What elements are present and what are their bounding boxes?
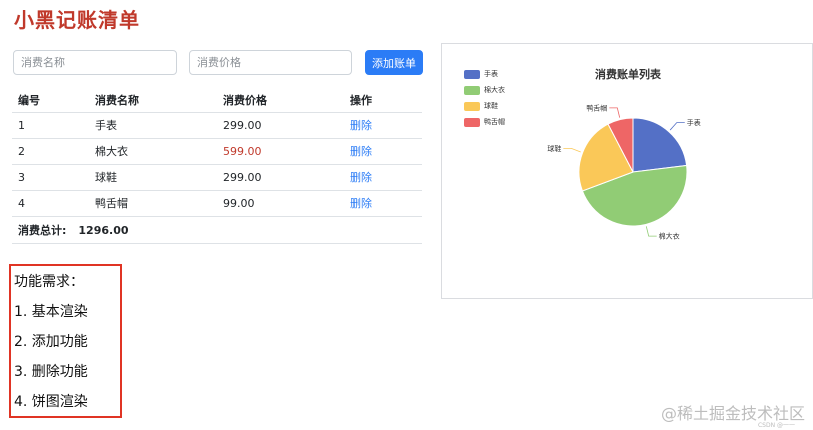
table-row: 3 球鞋 299.00 删除 bbox=[12, 164, 422, 191]
row-name: 鸭舌帽 bbox=[89, 190, 217, 217]
pie-slice[interactable] bbox=[632, 117, 688, 173]
requirement-item: 4. 饼图渲染 bbox=[14, 394, 88, 410]
delete-link[interactable]: 删除 bbox=[350, 197, 372, 210]
legend-item[interactable]: 鸭舌帽 bbox=[464, 114, 505, 130]
legend-swatch bbox=[464, 101, 480, 111]
row-name: 球鞋 bbox=[89, 164, 217, 191]
total-cell: 消费总计: 1296.00 bbox=[12, 216, 422, 244]
requirements-heading: 功能需求： bbox=[14, 274, 84, 290]
app-title: 小黑记账清单 bbox=[14, 8, 140, 32]
legend-label: 棉大衣 bbox=[484, 86, 505, 94]
row-price: 99.00 bbox=[217, 190, 344, 217]
add-bill-button[interactable]: 添加账单 bbox=[365, 50, 423, 75]
slice-label: 手表 bbox=[687, 118, 701, 127]
legend-swatch bbox=[464, 117, 480, 127]
row-price: 599.00 bbox=[217, 138, 344, 165]
chart-title: 消费账单列表 bbox=[595, 68, 661, 81]
legend-item[interactable]: 棉大衣 bbox=[464, 82, 505, 98]
header-price: 消费价格 bbox=[217, 88, 344, 113]
legend-swatch bbox=[464, 85, 480, 95]
table-row: 4 鸭舌帽 99.00 删除 bbox=[12, 190, 422, 217]
requirement-item: 1. 基本渲染 bbox=[14, 304, 88, 320]
total-label: 消费总计: bbox=[18, 223, 67, 237]
requirements-box: 功能需求： 1. 基本渲染 2. 添加功能 3. 删除功能 4. 饼图渲染 bbox=[9, 264, 122, 418]
legend-item[interactable]: 球鞋 bbox=[464, 98, 505, 114]
slice-label: 鸭舌帽 bbox=[586, 103, 607, 112]
slice-label: 棉大衣 bbox=[659, 232, 680, 241]
requirement-item: 3. 删除功能 bbox=[14, 364, 88, 380]
row-name: 棉大衣 bbox=[89, 138, 217, 165]
add-bill-form: 添加账单 bbox=[13, 50, 423, 76]
watermark-small: CSDN @一一 bbox=[757, 422, 795, 429]
row-action-cell: 删除 bbox=[344, 190, 422, 217]
delete-link[interactable]: 删除 bbox=[350, 145, 372, 158]
slice-leader-line bbox=[609, 107, 621, 118]
row-id: 2 bbox=[12, 138, 89, 165]
table-row: 2 棉大衣 599.00 删除 bbox=[12, 138, 422, 165]
row-action-cell: 删除 bbox=[344, 138, 422, 165]
row-action-cell: 删除 bbox=[344, 164, 422, 191]
legend-label: 鸭舌帽 bbox=[484, 118, 505, 126]
header-action: 操作 bbox=[344, 88, 422, 113]
total-value: 1296.00 bbox=[78, 223, 129, 237]
expense-price-input[interactable] bbox=[189, 50, 352, 75]
bill-table: 编号 消费名称 消费价格 操作 1 手表 299.00 删除 2 棉大衣 599… bbox=[12, 88, 422, 244]
row-id: 4 bbox=[12, 190, 89, 217]
row-name: 手表 bbox=[89, 112, 217, 139]
slice-leader-line bbox=[645, 226, 657, 237]
slice-leader-line bbox=[563, 147, 581, 153]
legend-label: 球鞋 bbox=[484, 102, 498, 110]
slice-label: 球鞋 bbox=[547, 144, 561, 153]
header-name: 消费名称 bbox=[89, 88, 217, 113]
row-id: 1 bbox=[12, 112, 89, 139]
row-price: 299.00 bbox=[217, 164, 344, 191]
delete-link[interactable]: 删除 bbox=[350, 119, 372, 132]
requirement-item: 2. 添加功能 bbox=[14, 334, 88, 350]
row-action-cell: 删除 bbox=[344, 112, 422, 139]
total-row: 消费总计: 1296.00 bbox=[12, 216, 422, 244]
header-id: 编号 bbox=[12, 88, 89, 113]
table-row: 1 手表 299.00 删除 bbox=[12, 112, 422, 139]
delete-link[interactable]: 删除 bbox=[350, 171, 372, 184]
row-id: 3 bbox=[12, 164, 89, 191]
pie-chart-panel: 手表 棉大衣 球鞋 鸭舌帽 手表 棉大衣 球鞋 鸭舌帽 消费账单列表 bbox=[441, 43, 813, 299]
slice-leader-line bbox=[669, 122, 685, 131]
row-price: 299.00 bbox=[217, 112, 344, 139]
table-header-row: 编号 消费名称 消费价格 操作 bbox=[12, 88, 422, 113]
expense-name-input[interactable] bbox=[13, 50, 177, 75]
